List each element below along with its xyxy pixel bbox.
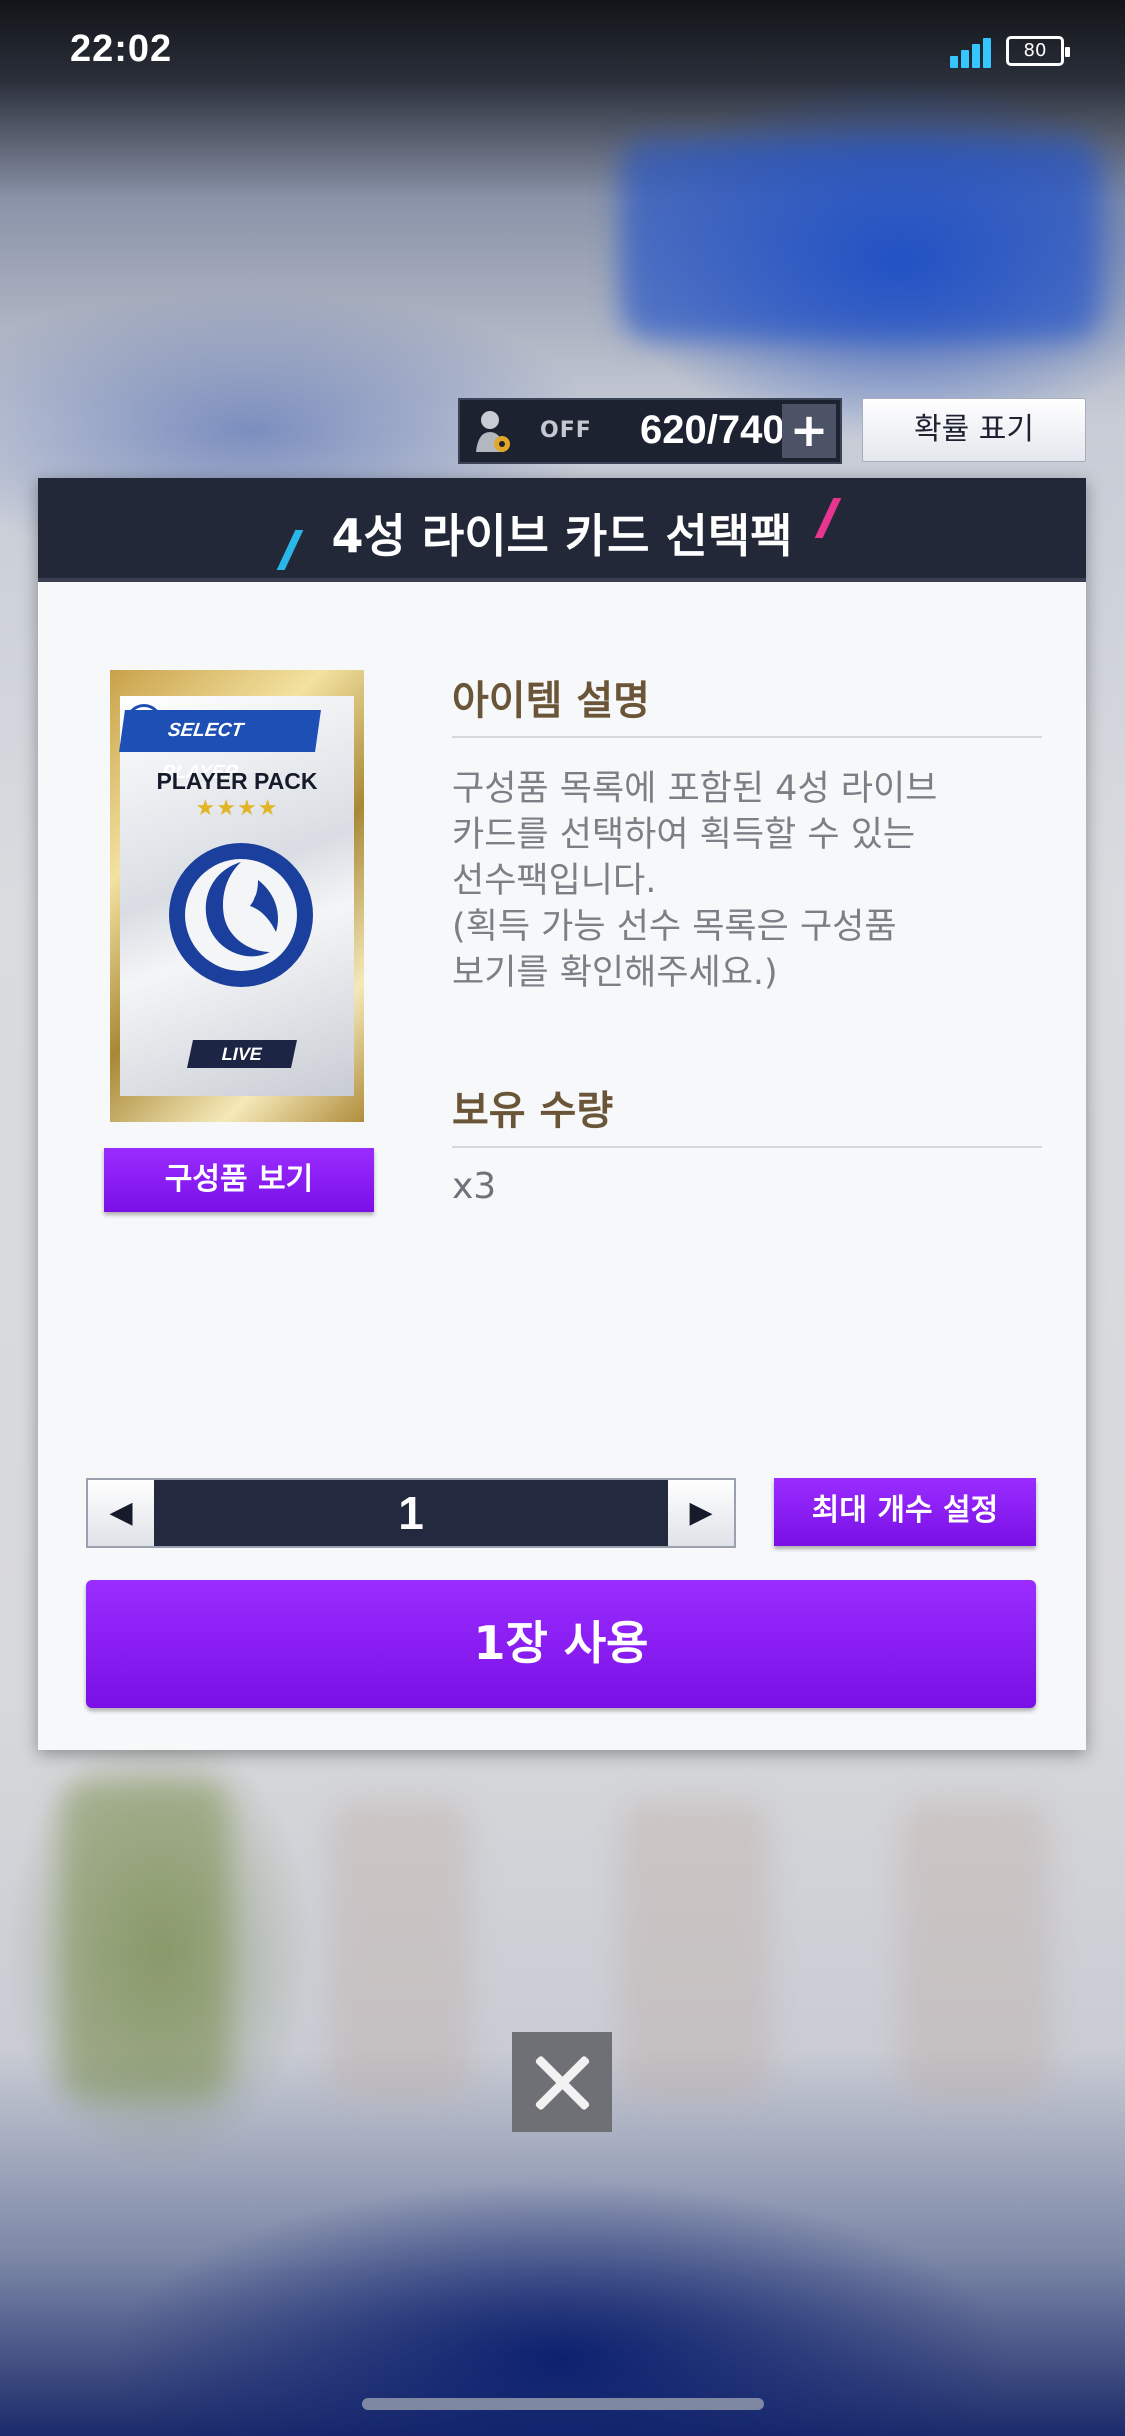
pack-label: PLAYER PACK [156,768,318,794]
description-line: 선수팩입니다. [452,861,657,901]
background-blur-shape [60,1780,230,2100]
home-indicator[interactable] [362,2398,764,2410]
close-icon[interactable] [512,2032,612,2132]
decrement-icon[interactable]: ◀ [88,1480,154,1546]
background-blur-shape [620,1800,770,2100]
owned-quantity: x3 [452,1166,497,1207]
auto-toggle-label[interactable]: OFF [540,418,592,443]
divider [452,1146,1042,1148]
pack-live-tag: LIVE [187,1040,297,1068]
background-blur-shape [900,1800,1050,2100]
owned-title: 보유 수량 [452,1088,614,1134]
use-button[interactable]: 1장 사용 [86,1580,1036,1708]
description-title: 아이템 설명 [452,678,650,724]
set-max-button[interactable]: 최대 개수 설정 [774,1478,1036,1546]
background-blur-shape [620,140,1100,340]
dialog-title: 4성 라이브 카드 선택팩 [331,509,793,563]
pack-face: SELECT PLAYER PLAYER PACK ★★★★ LIVE [119,696,354,1096]
description-line: (획득 가능 선수 목록은 구성품 [452,907,897,947]
probability-button[interactable]: 확률 표기 [862,398,1086,462]
divider [452,736,1042,738]
view-components-button[interactable]: 구성품 보기 [104,1148,374,1212]
auto-player-gear-icon [476,411,510,452]
description-line: 보기를 확인해주세요.) [452,953,778,993]
quantity-value[interactable]: 1 [154,1480,668,1546]
signal-icon [950,38,992,68]
battery-level: 80 [1023,40,1047,61]
pack-badge: SELECT PLAYER [119,710,321,783]
status-time: 22:02 [70,28,173,70]
battery-icon: 80 [1006,36,1070,66]
pack-stars: ★★★★ [195,796,279,821]
club-emblem-icon [169,843,313,987]
counter-value: 620/740 [640,408,785,452]
quantity-stepper: ◀ 1 ▶ [86,1478,736,1548]
increment-icon[interactable]: ▶ [668,1480,734,1546]
add-button[interactable]: + [782,404,836,458]
item-dialog: 4성 라이브 카드 선택팩 SELECT PLAYER PLAYER PACK … [38,478,1086,1750]
description-line: 구성품 목록에 포함된 4성 라이브 [452,769,938,809]
background-blur-shape [330,1800,470,2100]
stamina-counter: OFF 620/740 + [458,398,842,464]
description-line: 카드를 선택하여 획득할 수 있는 [452,815,916,855]
dialog-header: 4성 라이브 카드 선택팩 [38,478,1086,582]
player-pack-card: SELECT PLAYER PLAYER PACK ★★★★ LIVE [110,670,364,1122]
